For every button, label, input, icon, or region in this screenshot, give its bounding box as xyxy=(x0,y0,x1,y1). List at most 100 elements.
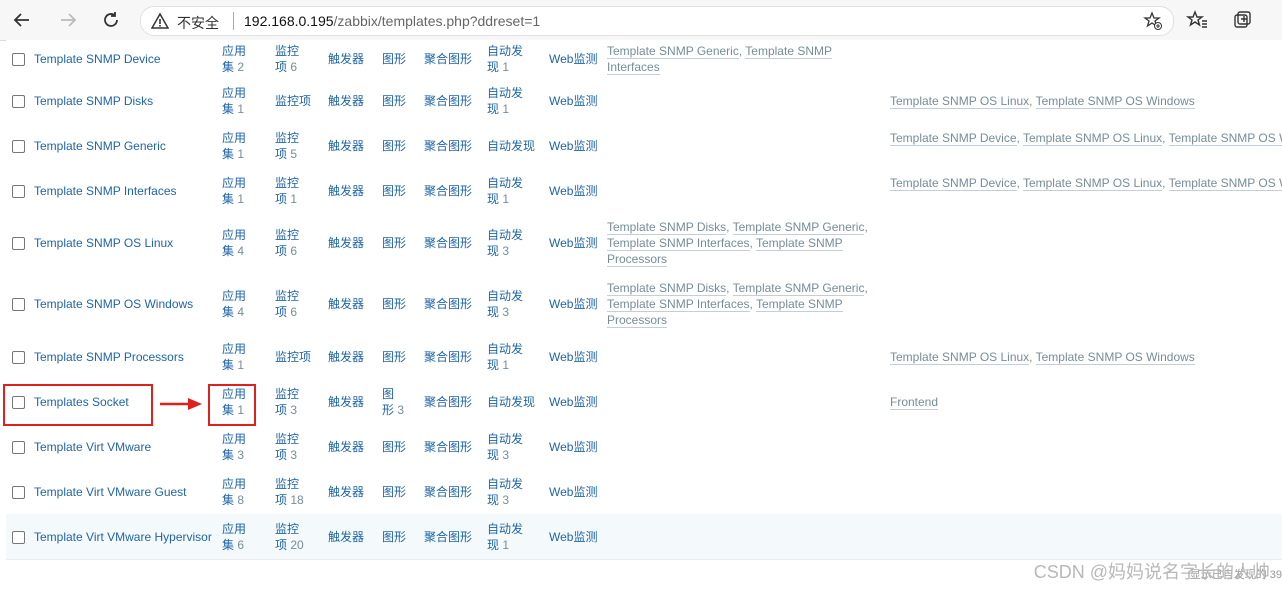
row-checkbox[interactable] xyxy=(12,351,25,364)
screens-link[interactable]: 聚合图形 xyxy=(424,296,472,312)
row-checkbox[interactable] xyxy=(12,237,25,250)
row-checkbox[interactable] xyxy=(12,531,25,544)
graphs-link[interactable]: 图形 xyxy=(382,235,406,251)
web-scenarios-link[interactable]: Web监测 xyxy=(549,529,597,545)
back-arrow-icon[interactable] xyxy=(10,8,34,32)
applications-link[interactable]: 应用集 1 xyxy=(222,341,246,373)
items-link[interactable]: 监控项 3 xyxy=(275,386,299,418)
row-checkbox[interactable] xyxy=(12,95,25,108)
screens-link[interactable]: 聚合图形 xyxy=(424,529,472,545)
triggers-link[interactable]: 触发器 xyxy=(328,51,364,67)
row-checkbox[interactable] xyxy=(12,53,25,66)
applications-link[interactable]: 应用集 1 xyxy=(222,130,246,162)
graphs-link[interactable]: 图形 xyxy=(382,183,406,199)
web-scenarios-link[interactable]: Web监测 xyxy=(549,183,597,199)
applications-link[interactable]: 应用集 3 xyxy=(222,431,246,463)
items-link[interactable]: 监控项 xyxy=(275,349,311,365)
discovery-link[interactable]: 自动发现 3 xyxy=(487,288,523,320)
linked-to-hosts[interactable]: Template SNMP OS Linux, Template SNMP OS… xyxy=(890,349,1195,365)
triggers-link[interactable]: 触发器 xyxy=(328,394,364,410)
discovery-link[interactable]: 自动发现 3 xyxy=(487,431,523,463)
linked-templates[interactable]: Template SNMP Disks, Template SNMP Gener… xyxy=(607,280,877,328)
triggers-link[interactable]: 触发器 xyxy=(328,296,364,312)
linked-to-hosts[interactable]: Template SNMP OS Linux, Template SNMP OS… xyxy=(890,93,1195,109)
graphs-link[interactable]: 图形 xyxy=(382,439,406,455)
web-scenarios-link[interactable]: Web监测 xyxy=(549,235,597,251)
row-checkbox[interactable] xyxy=(12,486,25,499)
items-link[interactable]: 监控项 18 xyxy=(275,476,304,508)
discovery-link[interactable]: 自动发现 1 xyxy=(487,43,523,75)
graphs-link[interactable]: 图形 xyxy=(382,138,406,154)
discovery-link[interactable]: 自动发现 xyxy=(487,138,535,154)
graphs-link[interactable]: 图形 xyxy=(382,296,406,312)
reload-icon[interactable] xyxy=(99,8,123,32)
screens-link[interactable]: 聚合图形 xyxy=(424,394,472,410)
template-name-link[interactable]: Template SNMP Device xyxy=(34,51,161,67)
web-scenarios-link[interactable]: Web监测 xyxy=(549,484,597,500)
triggers-link[interactable]: 触发器 xyxy=(328,235,364,251)
row-checkbox[interactable] xyxy=(12,441,25,454)
applications-link[interactable]: 应用集 4 xyxy=(222,227,246,259)
screens-link[interactable]: 聚合图形 xyxy=(424,51,472,67)
linked-to-hosts[interactable]: Frontend xyxy=(890,394,939,410)
graphs-link[interactable]: 图形 xyxy=(382,529,406,545)
items-link[interactable]: 监控项 1 xyxy=(275,175,299,207)
web-scenarios-link[interactable]: Web监测 xyxy=(549,93,597,109)
discovery-link[interactable]: 自动发现 1 xyxy=(487,521,523,553)
web-scenarios-link[interactable]: Web监测 xyxy=(549,349,597,365)
template-name-link[interactable]: Template SNMP OS Linux xyxy=(34,235,173,251)
screens-link[interactable]: 聚合图形 xyxy=(424,439,472,455)
applications-link[interactable]: 应用集 1 xyxy=(222,175,246,207)
triggers-link[interactable]: 触发器 xyxy=(328,439,364,455)
template-name-link[interactable]: Template SNMP Disks xyxy=(34,93,153,109)
web-scenarios-link[interactable]: Web监测 xyxy=(549,51,597,67)
screens-link[interactable]: 聚合图形 xyxy=(424,484,472,500)
discovery-link[interactable]: 自动发现 3 xyxy=(487,227,523,259)
items-link[interactable]: 监控项 5 xyxy=(275,130,299,162)
items-link[interactable]: 监控项 xyxy=(275,93,311,109)
triggers-link[interactable]: 触发器 xyxy=(328,183,364,199)
row-checkbox[interactable] xyxy=(12,140,25,153)
collections-icon[interactable] xyxy=(1230,8,1254,32)
add-favorite-icon[interactable] xyxy=(1143,11,1163,31)
favorites-icon[interactable] xyxy=(1185,8,1209,32)
template-name-link[interactable]: Template Virt VMware xyxy=(34,439,151,455)
discovery-link[interactable]: 自动发现 xyxy=(487,394,535,410)
template-name-link[interactable]: Template SNMP Interfaces xyxy=(34,183,177,199)
triggers-link[interactable]: 触发器 xyxy=(328,138,364,154)
screens-link[interactable]: 聚合图形 xyxy=(424,183,472,199)
items-link[interactable]: 监控项 20 xyxy=(275,521,304,553)
linked-templates[interactable]: Template SNMP Generic, Template SNMP Inte… xyxy=(607,43,877,75)
applications-link[interactable]: 应用集 4 xyxy=(222,288,246,320)
linked-templates[interactable]: Template SNMP Disks, Template SNMP Gener… xyxy=(607,219,877,267)
triggers-link[interactable]: 触发器 xyxy=(328,484,364,500)
web-scenarios-link[interactable]: Web监测 xyxy=(549,138,597,154)
web-scenarios-link[interactable]: Web监测 xyxy=(549,394,597,410)
template-name-link[interactable]: Template SNMP Processors xyxy=(34,349,184,365)
row-checkbox[interactable] xyxy=(12,185,25,198)
linked-to-hosts[interactable]: Template SNMP Device, Template SNMP OS L… xyxy=(890,130,1282,146)
graphs-link[interactable]: 图形 xyxy=(382,349,406,365)
applications-link[interactable]: 应用集 6 xyxy=(222,521,246,553)
web-scenarios-link[interactable]: Web监测 xyxy=(549,296,597,312)
graphs-link[interactable]: 图形 xyxy=(382,484,406,500)
discovery-link[interactable]: 自动发现 1 xyxy=(487,341,523,373)
discovery-link[interactable]: 自动发现 1 xyxy=(487,175,523,207)
applications-link[interactable]: 应用集 1 xyxy=(222,85,246,117)
screens-link[interactable]: 聚合图形 xyxy=(424,349,472,365)
applications-link[interactable]: 应用集 8 xyxy=(222,476,246,508)
web-scenarios-link[interactable]: Web监测 xyxy=(549,439,597,455)
template-name-link[interactable]: Template Virt VMware Hypervisor xyxy=(34,529,212,545)
template-name-link[interactable]: Template Virt VMware Guest xyxy=(34,484,187,500)
triggers-link[interactable]: 触发器 xyxy=(328,93,364,109)
items-link[interactable]: 监控项 6 xyxy=(275,227,299,259)
triggers-link[interactable]: 触发器 xyxy=(328,349,364,365)
discovery-link[interactable]: 自动发现 1 xyxy=(487,85,523,117)
triggers-link[interactable]: 触发器 xyxy=(328,529,364,545)
forward-arrow-icon[interactable] xyxy=(56,8,80,32)
row-checkbox[interactable] xyxy=(12,298,25,311)
items-link[interactable]: 监控项 3 xyxy=(275,431,299,463)
applications-link[interactable]: 应用集 2 xyxy=(222,43,246,75)
screens-link[interactable]: 聚合图形 xyxy=(424,235,472,251)
template-name-link[interactable]: Template SNMP OS Windows xyxy=(34,296,193,312)
